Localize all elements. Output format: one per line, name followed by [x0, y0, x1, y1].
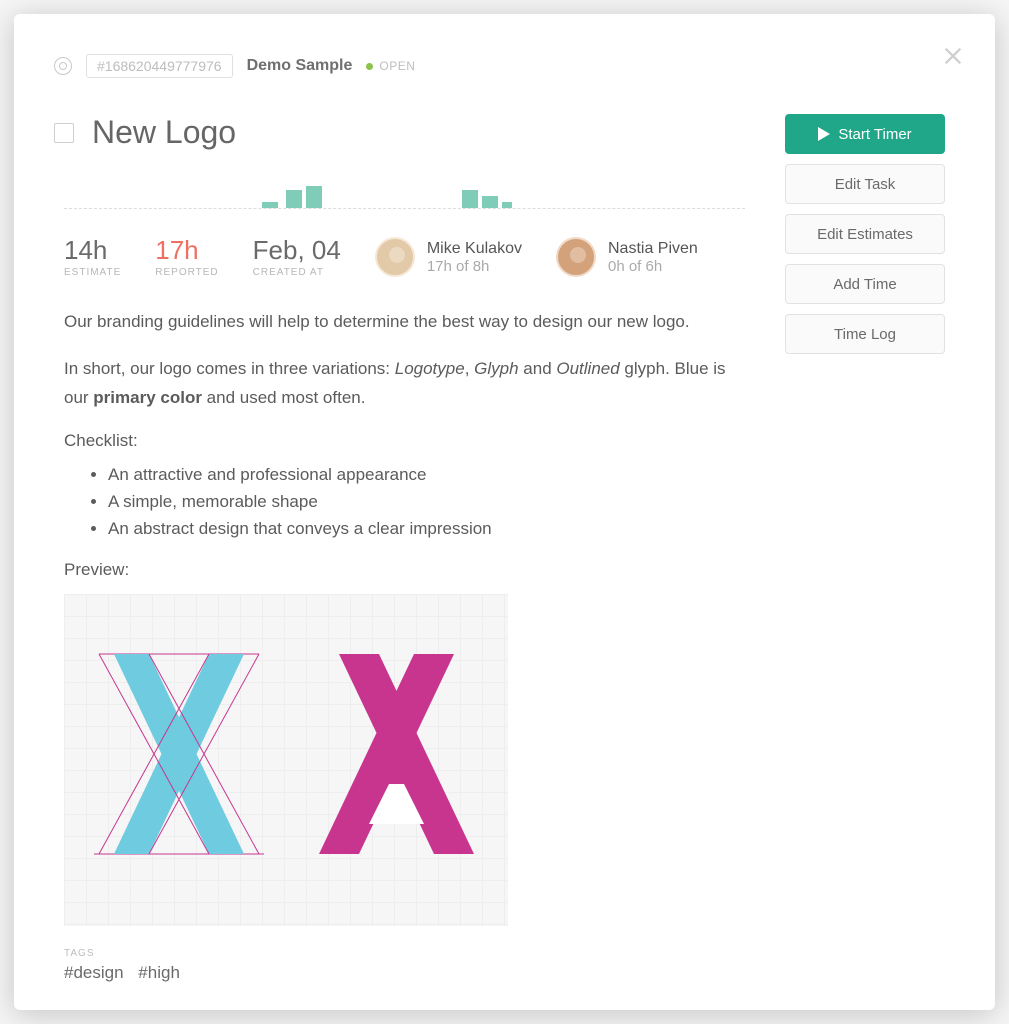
- assignee-hours: 17h of 8h: [427, 258, 522, 275]
- assignee-hours: 0h of 6h: [608, 258, 698, 275]
- main-column: New Logo 14h ESTIMATE 17h REPORTED Feb, …: [64, 114, 745, 983]
- status-text: OPEN: [379, 59, 415, 73]
- assignee-0[interactable]: Mike Kulakov 17h of 8h: [375, 237, 522, 277]
- tag[interactable]: #design: [64, 963, 124, 982]
- spark-bar: [502, 202, 512, 208]
- tag[interactable]: #high: [138, 963, 180, 982]
- close-icon: [942, 45, 964, 67]
- play-icon: [818, 127, 830, 141]
- estimate-label: ESTIMATE: [64, 267, 121, 278]
- text: and: [519, 359, 557, 378]
- text-glyph: Glyph: [474, 359, 518, 378]
- created-stat: Feb, 04 CREATED AT: [253, 237, 341, 278]
- spark-bar: [462, 190, 478, 208]
- spark-bar: [306, 186, 322, 208]
- button-label: Start Timer: [838, 126, 911, 143]
- created-label: CREATED AT: [253, 267, 341, 278]
- avatar: [375, 237, 415, 277]
- logo-preview-svg: [64, 594, 508, 926]
- text: In short, our logo comes in three variat…: [64, 359, 395, 378]
- project-icon: [54, 57, 72, 75]
- edit-task-button[interactable]: Edit Task: [785, 164, 945, 204]
- task-title: New Logo: [92, 114, 236, 151]
- text: ,: [465, 359, 474, 378]
- text-outlined: Outlined: [556, 359, 619, 378]
- tags-list: #design #high: [64, 963, 745, 983]
- reported-label: REPORTED: [155, 267, 218, 278]
- preview-image: [64, 594, 508, 926]
- text-logotype: Logotype: [395, 359, 465, 378]
- edit-estimates-button[interactable]: Edit Estimates: [785, 214, 945, 254]
- start-timer-button[interactable]: Start Timer: [785, 114, 945, 154]
- status-dot-icon: [366, 63, 373, 70]
- tags-label: TAGS: [64, 948, 745, 959]
- close-button[interactable]: [939, 42, 967, 70]
- checklist-item: A simple, memorable shape: [108, 488, 745, 515]
- status-badge: OPEN: [366, 59, 415, 73]
- estimate-value: 14h: [64, 237, 121, 263]
- text-primary-color: primary color: [93, 388, 202, 407]
- description-p1: Our branding guidelines will help to det…: [64, 308, 745, 337]
- preview-label: Preview:: [64, 560, 745, 580]
- created-value: Feb, 04: [253, 237, 341, 263]
- task-modal: #168620449777976 Demo Sample OPEN New Lo…: [14, 14, 995, 1010]
- avatar: [556, 237, 596, 277]
- assignee-name: Mike Kulakov: [427, 239, 522, 258]
- time-sparkline: [64, 179, 745, 209]
- project-name[interactable]: Demo Sample: [247, 57, 353, 75]
- checklist-item: An attractive and professional appearanc…: [108, 461, 745, 488]
- breadcrumb: #168620449777976 Demo Sample OPEN: [54, 54, 945, 78]
- side-actions: Start Timer Edit Task Edit Estimates Add…: [785, 114, 945, 983]
- add-time-button[interactable]: Add Time: [785, 264, 945, 304]
- assignee-name: Nastia Piven: [608, 239, 698, 258]
- complete-checkbox[interactable]: [54, 123, 74, 143]
- time-log-button[interactable]: Time Log: [785, 314, 945, 354]
- stats-row: 14h ESTIMATE 17h REPORTED Feb, 04 CREATE…: [64, 237, 745, 278]
- reported-value: 17h: [155, 237, 218, 263]
- description-p2: In short, our logo comes in three variat…: [64, 355, 745, 413]
- checklist-item: An abstract design that conveys a clear …: [108, 515, 745, 542]
- checklist-heading: Checklist:: [64, 431, 745, 451]
- task-id-badge[interactable]: #168620449777976: [86, 54, 233, 78]
- spark-bar: [262, 202, 278, 208]
- reported-stat: 17h REPORTED: [155, 237, 218, 278]
- assignee-1[interactable]: Nastia Piven 0h of 6h: [556, 237, 698, 277]
- estimate-stat: 14h ESTIMATE: [64, 237, 121, 278]
- spark-bar: [482, 196, 498, 208]
- text: and used most often.: [202, 388, 366, 407]
- checklist: An attractive and professional appearanc…: [108, 461, 745, 543]
- spark-bar: [286, 190, 302, 208]
